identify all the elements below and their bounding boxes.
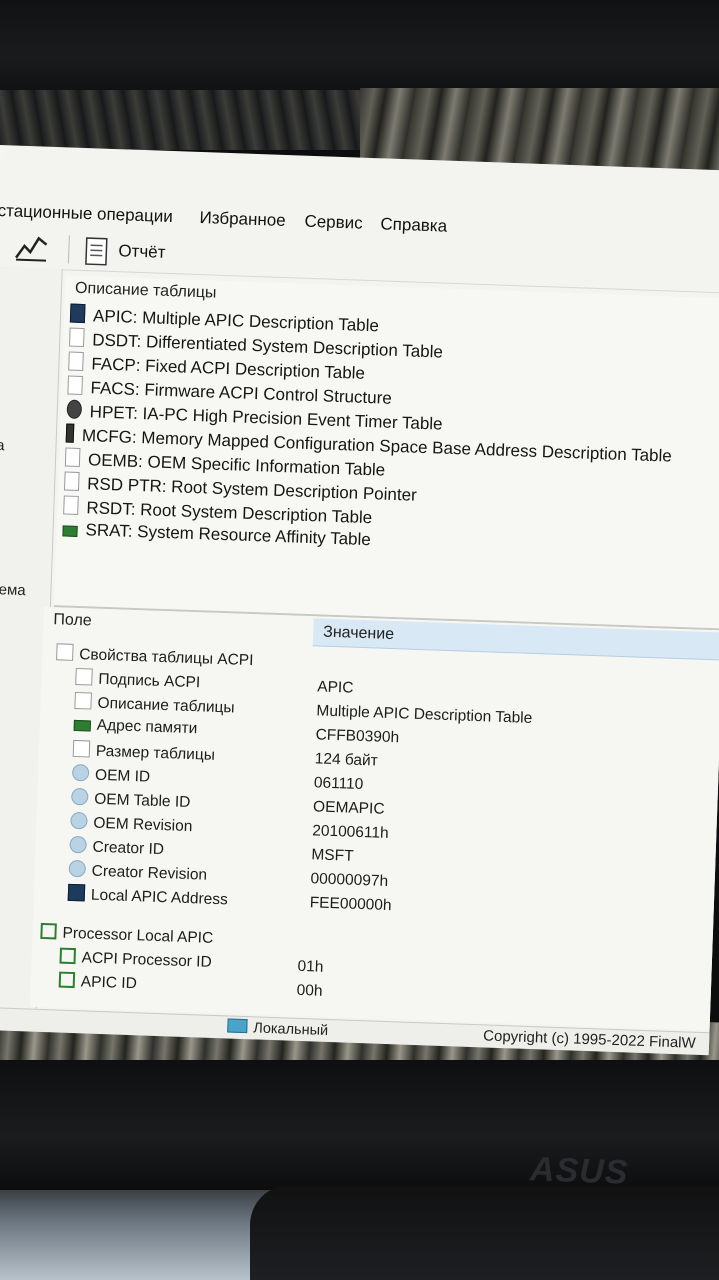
properties-panel: Поле Значение Свойства таблицы ACPI Подп… bbox=[29, 606, 719, 1031]
property-row[interactable]: Local APIC Address bbox=[67, 883, 229, 912]
status-copyright: Copyright (c) 1995-2022 FinalW bbox=[482, 1027, 696, 1052]
green-box-icon bbox=[58, 971, 76, 989]
property-field: APIC ID bbox=[80, 973, 138, 993]
gear-icon bbox=[68, 859, 87, 878]
page-icon bbox=[67, 375, 83, 396]
monitor-icon bbox=[227, 1018, 248, 1034]
report-icon[interactable] bbox=[84, 236, 109, 267]
page-icon bbox=[75, 667, 93, 686]
gear-icon bbox=[69, 835, 87, 854]
nav-fragment-2[interactable]: стема bbox=[0, 581, 26, 599]
page-icon bbox=[56, 643, 74, 661]
property-field: Подпись ACPI bbox=[98, 670, 201, 692]
property-value: APIC bbox=[316, 678, 354, 697]
menu-item-service[interactable]: Сервис bbox=[304, 212, 363, 234]
property-field: Creator Revision bbox=[91, 862, 208, 884]
property-row[interactable]: OEM Revision bbox=[70, 811, 193, 838]
property-row[interactable]: Подпись ACPI bbox=[75, 667, 201, 694]
page-icon bbox=[74, 691, 92, 710]
property-value: 01h bbox=[297, 957, 324, 976]
property-value: Multiple APIC Description Table bbox=[316, 702, 533, 727]
desktop-wallpaper-left bbox=[0, 90, 360, 150]
app-window: стационные операции Избранное Сервис Спр… bbox=[0, 145, 719, 1056]
monitor-brand-logo: ASUS bbox=[529, 1150, 630, 1192]
chart-icon[interactable] bbox=[14, 234, 49, 263]
property-value: 124 байт bbox=[314, 750, 379, 770]
property-field: Адрес памяти bbox=[96, 716, 198, 738]
acpi-table-list: Описание таблицы APIC: Multiple APIC Des… bbox=[53, 275, 719, 631]
green-box-icon bbox=[40, 922, 57, 940]
page-icon bbox=[63, 495, 79, 515]
property-row[interactable]: Описание таблицы bbox=[74, 691, 235, 720]
property-value: 00000097h bbox=[310, 870, 389, 890]
status-local: Локальный bbox=[227, 1018, 328, 1039]
ram-icon bbox=[62, 525, 78, 537]
property-row[interactable]: Creator Revision bbox=[68, 859, 208, 887]
property-row[interactable]: APIC ID bbox=[58, 971, 138, 997]
property-value: 061110 bbox=[313, 774, 364, 794]
chip-icon bbox=[67, 883, 86, 902]
table-list-header: Описание таблицы bbox=[74, 279, 217, 302]
gear-icon bbox=[70, 811, 88, 830]
property-value: MSFT bbox=[311, 846, 354, 865]
monitor-stand bbox=[250, 1185, 719, 1280]
gear-icon bbox=[71, 763, 90, 782]
page-icon bbox=[64, 447, 81, 467]
column-header-field[interactable]: Поле bbox=[53, 611, 92, 630]
page-icon bbox=[68, 351, 84, 372]
memory-icon bbox=[65, 423, 75, 443]
property-value: OEMAPIC bbox=[312, 798, 385, 818]
property-field: Описание таблицы bbox=[97, 694, 235, 717]
monitor-top-bezel bbox=[0, 0, 719, 95]
property-field: ACPI Processor ID bbox=[81, 949, 212, 971]
property-row[interactable]: Адрес памяти bbox=[73, 716, 198, 742]
property-row[interactable]: Размер таблицы bbox=[72, 739, 216, 767]
property-field: Creator ID bbox=[92, 838, 165, 859]
property-row[interactable]: OEM Table ID bbox=[71, 787, 191, 814]
property-value: FEE00000h bbox=[309, 894, 392, 915]
chip-icon bbox=[69, 303, 86, 324]
toolbar-separator bbox=[67, 235, 70, 264]
property-value: 00h bbox=[296, 981, 323, 1000]
property-field: Размер таблицы bbox=[95, 742, 216, 764]
green-box-icon bbox=[59, 947, 77, 965]
menu-item-operations[interactable]: стационные операции bbox=[0, 201, 173, 227]
menu-item-help[interactable]: Справка bbox=[380, 214, 447, 236]
menu-item-favorites[interactable]: Избранное bbox=[199, 208, 286, 231]
property-field: Local APIC Address bbox=[90, 886, 229, 909]
group-processor-local-apic[interactable]: Processor Local APIC bbox=[40, 922, 214, 951]
clock-icon bbox=[66, 399, 83, 420]
property-field: OEM Revision bbox=[93, 814, 193, 836]
report-button[interactable]: Отчёт bbox=[118, 241, 166, 263]
property-row[interactable]: OEM ID bbox=[71, 763, 151, 789]
property-value: CFFB0390h bbox=[315, 726, 400, 747]
page-icon bbox=[63, 471, 80, 491]
property-field: OEM ID bbox=[94, 766, 151, 786]
gear-icon bbox=[71, 787, 89, 806]
page-icon bbox=[69, 327, 85, 348]
property-row[interactable]: Creator ID bbox=[69, 835, 165, 861]
property-row[interactable]: ACPI Processor ID bbox=[59, 947, 212, 975]
property-field: OEM Table ID bbox=[93, 790, 191, 812]
ram-icon bbox=[73, 719, 91, 732]
property-value: 20100611h bbox=[311, 822, 389, 842]
nav-fragment-1[interactable]: та bbox=[0, 437, 5, 455]
page-icon bbox=[72, 739, 91, 758]
